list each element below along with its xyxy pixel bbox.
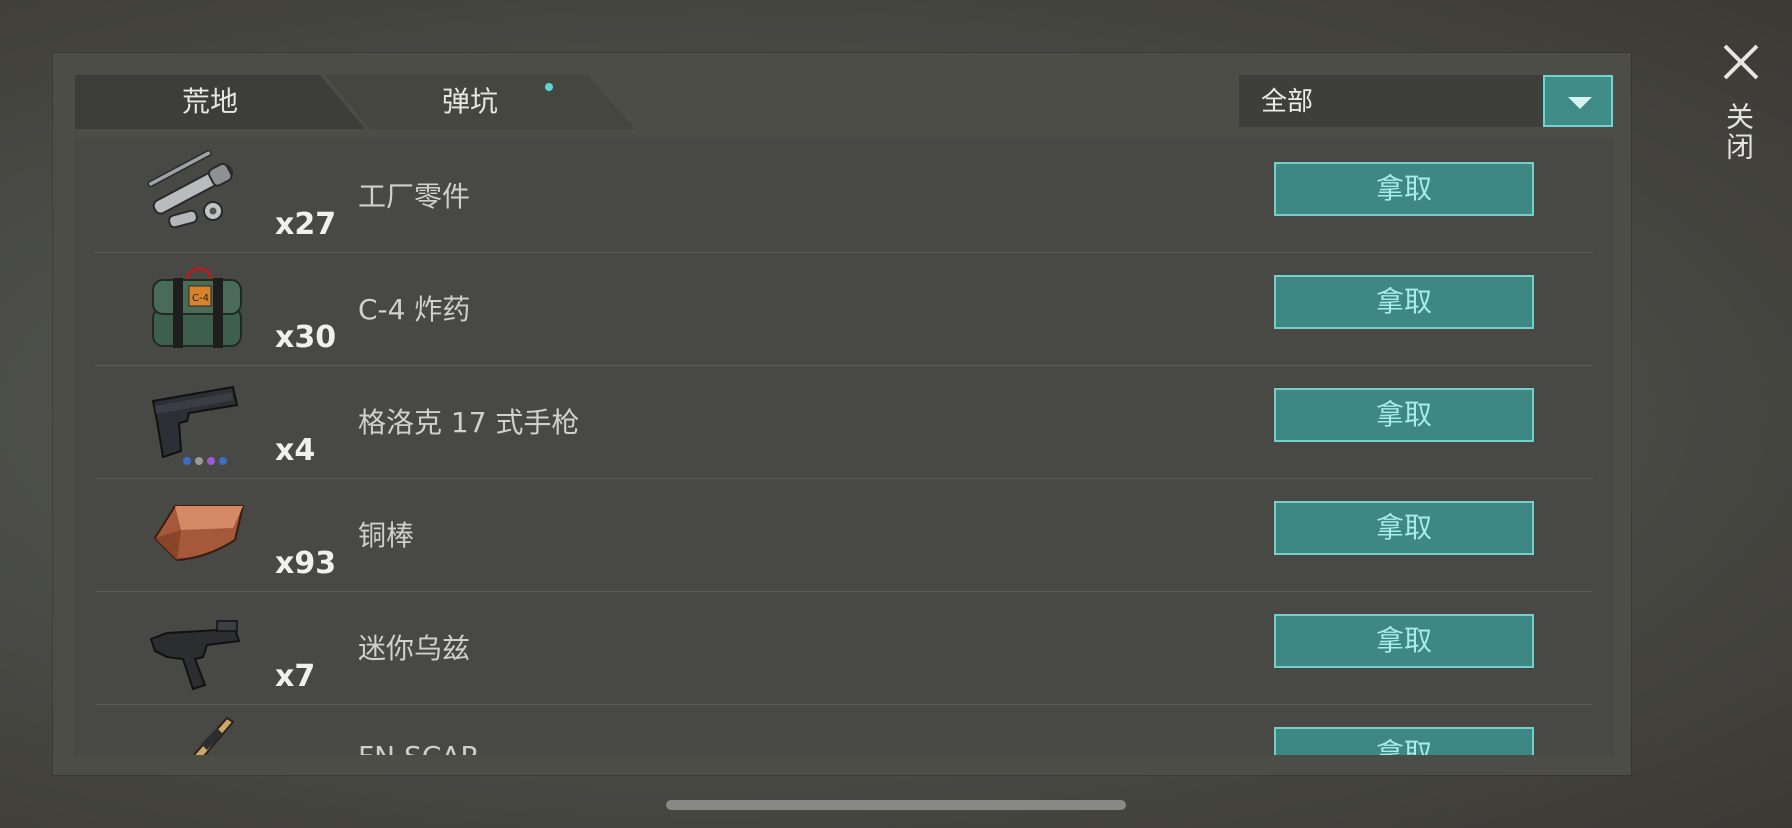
copper-bar-icon: [153, 505, 245, 562]
take-button[interactable]: 拿取: [1274, 727, 1534, 755]
take-button[interactable]: 拿取: [1274, 162, 1534, 216]
filter-dropdown-button[interactable]: [1543, 75, 1613, 127]
home-indicator[interactable]: [666, 800, 1126, 810]
svg-text:C-4: C-4: [192, 293, 209, 304]
item-name: 铜棒: [358, 519, 415, 552]
item-name: FN SCAR: [358, 740, 480, 755]
item-quantity: x30: [275, 320, 337, 355]
take-button[interactable]: 拿取: [1274, 388, 1534, 442]
list-item: C-4 x30 C-4 炸药 拿取: [95, 252, 1593, 366]
item-name: 迷你乌兹: [358, 632, 471, 665]
filter-selected-value: 全部: [1261, 86, 1314, 116]
list-item: x27 工厂零件 拿取: [95, 139, 1593, 253]
loot-panel: 荒地 弹坑 全部 x27 工厂零件 拿取 C-4 x30 C-4 炸药 拿取 x…: [53, 53, 1631, 775]
factory-parts-icon: [147, 149, 233, 229]
tab-wasteland[interactable]: 荒地: [75, 75, 365, 129]
item-quantity: x7: [275, 659, 316, 694]
item-quantity: x27: [275, 207, 337, 242]
tab-crater[interactable]: 弹坑: [325, 75, 635, 129]
c4-explosive-icon: C-4: [152, 267, 242, 348]
close-label[interactable]: 关闭: [1722, 102, 1758, 162]
category-filter[interactable]: 全部: [1239, 75, 1613, 127]
location-tabs: 荒地 弹坑: [75, 75, 675, 129]
list-item: x93 铜棒 拿取: [95, 478, 1593, 592]
glock-pistol-icon: [151, 385, 239, 465]
item-name: 格洛克 17 式手枪: [358, 406, 580, 439]
item-name: C-4 炸药: [358, 293, 471, 326]
item-list[interactable]: x27 工厂零件 拿取 C-4 x30 C-4 炸药 拿取 x4 格洛克 17 …: [75, 139, 1613, 755]
tab-crater-label: 弹坑: [441, 86, 498, 117]
list-item: x7 迷你乌兹 拿取: [95, 591, 1593, 705]
notification-dot-icon: [545, 83, 553, 91]
tab-wasteland-label: 荒地: [181, 86, 238, 117]
take-button[interactable]: 拿取: [1274, 275, 1534, 329]
rifle-icon: [192, 716, 235, 755]
item-quantity: x93: [275, 546, 337, 581]
list-item: FN SCAR 拿取: [95, 704, 1593, 755]
mini-uzi-icon: [149, 620, 241, 691]
take-button[interactable]: 拿取: [1274, 501, 1534, 555]
take-button[interactable]: 拿取: [1274, 614, 1534, 668]
close-icon[interactable]: [1719, 40, 1763, 84]
chevron-down-icon: [1568, 97, 1592, 109]
item-name: 工厂零件: [358, 180, 471, 213]
list-item: x4 格洛克 17 式手枪 拿取: [95, 365, 1593, 479]
item-quantity: x4: [275, 433, 316, 468]
